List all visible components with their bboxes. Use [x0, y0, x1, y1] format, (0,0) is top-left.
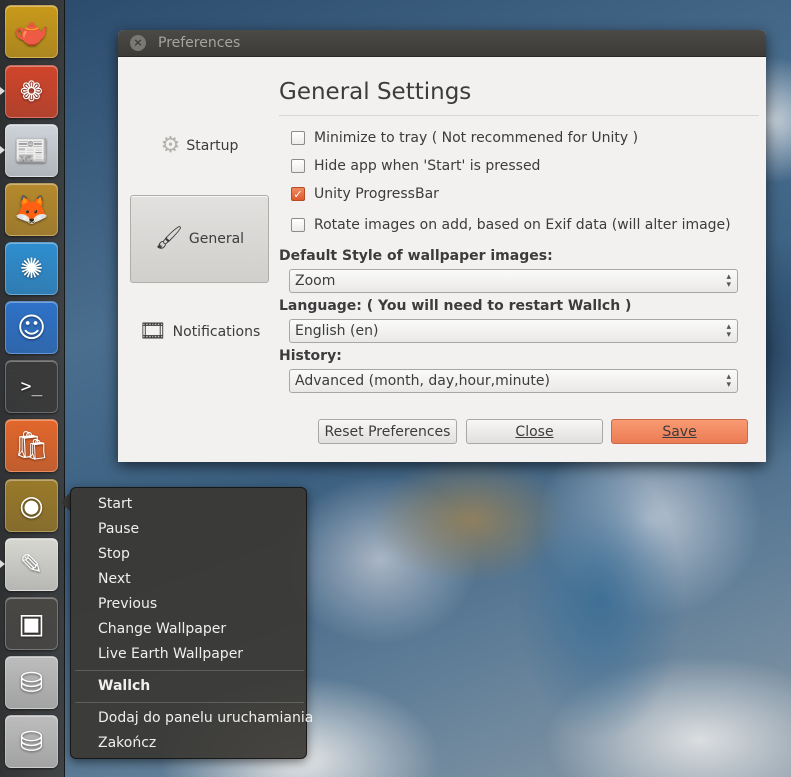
window-close-button[interactable]: ×: [130, 35, 146, 51]
language-select[interactable]: English (en) ▴ ▾: [289, 319, 738, 343]
chat-app-icon[interactable]: ☺: [5, 301, 58, 354]
language-label: Language: ( You will need to restart Wal…: [279, 298, 632, 314]
paintbrush-icon: 🖌: [154, 226, 183, 251]
terminal-app-icon[interactable]: >_: [5, 360, 58, 413]
shutter-app-icon[interactable]: ✺: [5, 242, 58, 295]
nav-item-label: Notifications: [172, 324, 261, 340]
select-arrows-icon: ▴ ▾: [726, 272, 731, 290]
startup-icon: ⚙: [160, 133, 181, 158]
text-editor-app-icon[interactable]: ✎: [5, 538, 58, 591]
preferences-nav: ⚙ Startup 🖌 General 🎞 Notifications: [118, 57, 276, 462]
wallch-app-icon[interactable]: ◉: [5, 479, 58, 532]
history-select[interactable]: Advanced (month, day,hour,minute) ▴ ▾: [289, 369, 738, 393]
nav-item-notifications[interactable]: 🎞 Notifications: [130, 288, 269, 376]
launcher: 🫖 ❁ 📰 🦊 ✺ ☺ >_ 🛍 ◉ ✎ ▣ ⛁ ⛁: [0, 0, 65, 777]
save-button-label: Save: [662, 423, 697, 440]
software-center-glyph-icon: 🛍: [13, 428, 50, 462]
select-value: Advanced (month, day,hour,minute): [295, 373, 550, 389]
menu-item-pause[interactable]: Pause: [98, 521, 139, 537]
software-center-app-icon[interactable]: 🛍: [5, 419, 58, 472]
running-indicator: [0, 87, 5, 95]
close-button-label: Close: [515, 423, 554, 440]
wallpaper-style-label: Default Style of wallpaper images:: [279, 248, 553, 264]
title-bar: × Preferences: [118, 30, 766, 57]
news-app-icon[interactable]: 📰: [5, 124, 58, 177]
text-editor-glyph-icon: ✎: [19, 547, 44, 581]
drive-2-glyph-icon: ⛁: [19, 724, 44, 758]
save-button[interactable]: Save: [611, 419, 748, 444]
running-indicator: [0, 146, 5, 154]
preferences-window: × Preferences ⚙ Startup 🖌 General 🎞 Noti…: [118, 30, 766, 462]
menu-item-stop[interactable]: Stop: [98, 546, 130, 562]
page-title: General Settings: [279, 79, 472, 105]
teapot-app-icon[interactable]: 🫖: [5, 5, 58, 58]
news-glyph-icon: 📰: [14, 133, 49, 167]
teapot-glyph-icon: 🫖: [14, 14, 49, 48]
close-button[interactable]: Close: [466, 419, 603, 444]
rotate-images-checkbox[interactable]: [291, 218, 305, 232]
color-wheel-glyph-icon: ❁: [19, 74, 44, 108]
menu-item-wallch[interactable]: Wallch: [98, 678, 150, 694]
nav-item-startup[interactable]: ⚙ Startup: [130, 102, 269, 190]
option-label: Rotate images on add, based on Exif data…: [314, 217, 731, 233]
workspace-switcher-icon-glyph-icon: ▣: [18, 606, 45, 640]
wallpaper-style-select[interactable]: Zoom ▴ ▾: [289, 269, 738, 293]
select-arrows-icon: ▴ ▾: [726, 322, 731, 340]
nav-item-label: Startup: [186, 138, 239, 154]
rotate-images-option[interactable]: Rotate images on add, based on Exif data…: [291, 217, 731, 233]
option-label: Minimize to tray ( Not recommened for Un…: [314, 130, 639, 146]
select-value: Zoom: [295, 273, 336, 289]
menu-item-start[interactable]: Start: [98, 496, 132, 512]
menu-item-live-earth-wallpaper[interactable]: Live Earth Wallpaper: [98, 646, 243, 662]
hide-app-checkbox[interactable]: [291, 159, 305, 173]
select-arrows-icon: ▴ ▾: [726, 372, 731, 390]
unity-progressbar-option[interactable]: ✓ Unity ProgressBar: [291, 186, 439, 202]
film-music-icon: 🎞: [138, 319, 167, 344]
color-wheel-app-icon[interactable]: ❁: [5, 65, 58, 118]
terminal-glyph-icon: >_: [20, 375, 43, 397]
menu-item-quit[interactable]: Zakończ: [98, 735, 156, 751]
quicklist-menu: Start Pause Stop Next Previous Change Wa…: [70, 487, 313, 759]
unity-progressbar-checkbox[interactable]: ✓: [291, 187, 305, 201]
gimp-glyph-icon: 🦊: [14, 192, 49, 226]
wallch-glyph-icon: ◉: [19, 488, 44, 522]
menu-item-add-to-launcher[interactable]: Dodaj do panelu uruchamiania: [98, 710, 313, 726]
divider: [279, 115, 759, 116]
drive-2-app-icon[interactable]: ⛁: [5, 715, 58, 768]
menu-item-next[interactable]: Next: [98, 571, 131, 587]
menu-item-previous[interactable]: Previous: [98, 596, 157, 612]
workspace-switcher-icon[interactable]: ▣: [5, 597, 58, 650]
reset-preferences-button[interactable]: Reset Preferences: [318, 419, 457, 444]
option-label: Unity ProgressBar: [314, 186, 439, 202]
hide-app-option[interactable]: Hide app when 'Start' is pressed: [291, 158, 540, 174]
nav-item-general[interactable]: 🖌 General: [130, 195, 269, 283]
running-indicator: [0, 560, 5, 568]
menu-item-change-wallpaper[interactable]: Change Wallpaper: [98, 621, 226, 637]
history-label: History:: [279, 348, 342, 364]
shutter-glyph-icon: ✺: [19, 251, 44, 285]
chat-glyph-icon: ☺: [16, 310, 47, 344]
menu-separator: [75, 702, 304, 703]
window-title: Preferences: [158, 35, 241, 51]
drive-glyph-icon: ⛁: [19, 665, 44, 699]
drive-app-icon[interactable]: ⛁: [5, 656, 58, 709]
minimize-to-tray-option[interactable]: Minimize to tray ( Not recommened for Un…: [291, 130, 638, 146]
nav-item-label: General: [188, 231, 245, 247]
menu-separator: [75, 670, 304, 671]
minimize-to-tray-checkbox[interactable]: [291, 131, 305, 145]
gimp-app-icon[interactable]: 🦊: [5, 183, 58, 236]
select-value: English (en): [295, 323, 379, 339]
option-label: Hide app when 'Start' is pressed: [314, 158, 541, 174]
